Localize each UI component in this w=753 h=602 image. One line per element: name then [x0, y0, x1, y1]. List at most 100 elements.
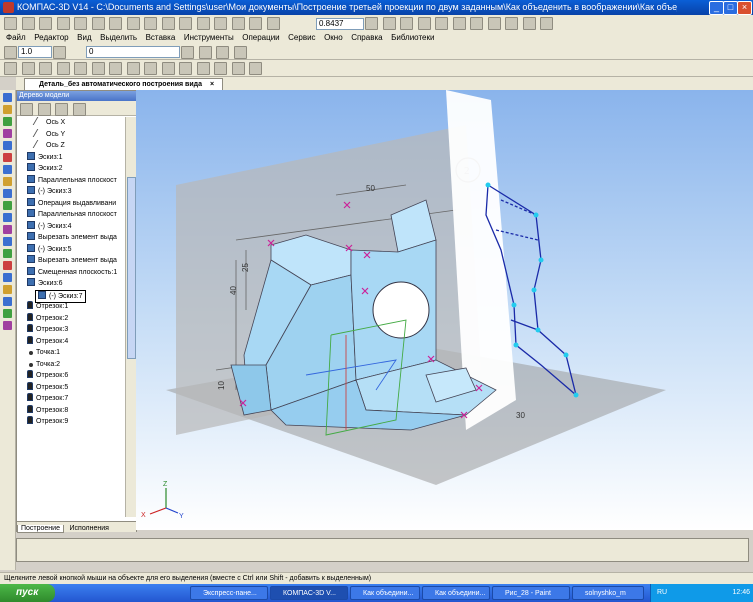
copy-icon[interactable]	[109, 17, 123, 30]
tree-item[interactable]: Ось Y	[32, 128, 65, 140]
tree-scroll-thumb[interactable]	[127, 177, 136, 359]
tree-item[interactable]: Отрезок:1	[27, 301, 68, 312]
model-viewport[interactable]: 2 50 25 40 10 30	[136, 90, 753, 530]
task-solnyshko[interactable]: solnyshko_m	[572, 586, 644, 600]
menu-help[interactable]: Справка	[351, 31, 382, 44]
menu-service[interactable]: Сервис	[288, 31, 315, 44]
tree-item[interactable]: Отрезок:7	[27, 393, 68, 404]
snap-center-icon[interactable]	[126, 62, 140, 75]
editing-icon[interactable]	[3, 93, 12, 102]
geometry-icon[interactable]	[3, 117, 12, 126]
tree-item[interactable]: Вырезать элемент выда	[27, 255, 117, 266]
pan-icon[interactable]	[365, 17, 378, 30]
tab-close-icon[interactable]: ×	[210, 81, 214, 88]
menu-insert[interactable]: Вставка	[146, 31, 176, 44]
task-express-panel[interactable]: Экспресс-пане...	[190, 586, 268, 600]
task-document-1[interactable]: Как объедини...	[350, 586, 420, 600]
menu-tools[interactable]: Инструменты	[184, 31, 234, 44]
tree-item[interactable]: Эскиз:2	[27, 163, 63, 174]
menu-view[interactable]: Вид	[77, 31, 91, 44]
snap-toggle-icon[interactable]	[249, 62, 263, 75]
redo-icon[interactable]	[161, 17, 175, 30]
snap-icon[interactable]	[4, 46, 17, 59]
task-document-2[interactable]: Как объедини...	[422, 586, 490, 600]
tree-item[interactable]: Эскиз:1	[27, 151, 63, 163]
tab-construction[interactable]: Построение	[17, 525, 64, 533]
help-icon[interactable]	[56, 62, 70, 75]
undo-icon[interactable]	[144, 17, 158, 30]
tree-filter-icon[interactable]	[37, 103, 51, 116]
select-icon[interactable]	[39, 62, 53, 75]
language-indicator[interactable]: RU	[651, 589, 667, 596]
print-icon[interactable]	[56, 17, 70, 30]
minimize-button[interactable]: _	[709, 1, 724, 15]
snap-angle-icon[interactable]	[214, 62, 228, 75]
select-tool-icon[interactable]	[3, 177, 12, 186]
layer-icon[interactable]	[53, 46, 66, 59]
task-paint[interactable]: Рис_28 - Paint	[492, 586, 570, 600]
wireframe-icon[interactable]	[417, 17, 431, 30]
tree-item[interactable]: Параллельная плоскост	[27, 174, 117, 186]
properties-icon[interactable]	[540, 17, 554, 30]
snap-align-icon[interactable]	[231, 62, 245, 75]
zoom-in-icon[interactable]	[231, 17, 245, 30]
tree-item[interactable]: Эскиз:6	[27, 278, 63, 289]
new-document-icon[interactable]	[4, 17, 17, 30]
tree-icon[interactable]	[522, 17, 536, 30]
tree-item[interactable]: Ось X	[32, 117, 65, 128]
rectangle-tool-icon[interactable]	[3, 237, 12, 246]
parametrization-icon[interactable]	[3, 153, 12, 162]
layer-combo[interactable]: 0	[86, 46, 180, 58]
tree-options-icon[interactable]	[72, 103, 86, 116]
sketch-tool-icon[interactable]	[3, 105, 12, 114]
tree-item[interactable]: (-) Эскиз:3	[27, 186, 72, 197]
chamfer-tool-icon[interactable]	[3, 273, 12, 282]
paste-icon[interactable]	[126, 17, 140, 30]
close-button[interactable]: ×	[737, 1, 752, 15]
snap-grid-icon[interactable]	[196, 62, 210, 75]
hidden-lines-icon[interactable]	[435, 17, 449, 30]
mirror-tool-icon[interactable]	[3, 309, 12, 318]
maximize-button[interactable]: □	[723, 1, 738, 15]
perspective-icon[interactable]	[487, 17, 501, 30]
tree-item[interactable]: Смещенная плоскость:1	[27, 266, 117, 278]
fillet-tool-icon[interactable]	[3, 261, 12, 270]
scale-combo[interactable]: 1.0	[18, 46, 52, 58]
snap-middle-icon[interactable]	[109, 62, 123, 75]
filter-icon[interactable]	[505, 17, 519, 30]
tree-item[interactable]: Отрезок:3	[27, 324, 68, 335]
tree-item[interactable]: Отрезок:9	[27, 416, 68, 427]
line-tool-icon[interactable]	[3, 189, 12, 198]
orientation-icon[interactable]	[400, 17, 414, 30]
grid-icon[interactable]	[198, 46, 212, 59]
menu-edit[interactable]: Редактор	[34, 31, 68, 44]
save-icon[interactable]	[39, 17, 53, 30]
menu-libraries[interactable]: Библиотеки	[391, 31, 434, 44]
dimensions-icon[interactable]	[3, 129, 12, 138]
preview-icon[interactable]	[74, 17, 88, 30]
menu-operations[interactable]: Операции	[242, 31, 279, 44]
menu-window[interactable]: Окно	[324, 31, 343, 44]
start-button[interactable]: пуск	[0, 584, 55, 602]
menu-select[interactable]: Выделить	[100, 31, 137, 44]
tab-versions[interactable]: Исполнения	[67, 525, 112, 532]
tree-item[interactable]: Вырезать элемент выда	[27, 232, 117, 243]
constraint-icon[interactable]	[4, 62, 17, 75]
trim-tool-icon[interactable]	[3, 285, 12, 294]
snap-normal-icon[interactable]	[179, 62, 193, 75]
circle-tool-icon[interactable]	[3, 201, 12, 210]
tree-item[interactable]: Ось Z	[32, 140, 65, 151]
arc-tool-icon[interactable]	[3, 213, 12, 222]
rotate-icon[interactable]	[382, 17, 396, 30]
menu-file[interactable]: Файл	[6, 31, 26, 44]
snap-nearest-icon[interactable]	[144, 62, 158, 75]
zoom-out-icon[interactable]	[266, 17, 280, 30]
measure-tool-icon[interactable]	[3, 165, 12, 174]
task-kompas[interactable]: КОМПАС-3D V...	[270, 586, 348, 600]
tree-item[interactable]: (-) Эскиз:5	[27, 243, 72, 255]
tree-item[interactable]: Отрезок:8	[27, 404, 68, 416]
tree-item[interactable]: Отрезок:6	[27, 370, 68, 381]
zoom-combo[interactable]: 0.8437	[316, 18, 364, 30]
hatch-tool-icon[interactable]	[3, 321, 12, 330]
tree-item[interactable]: Отрезок:2	[27, 312, 68, 324]
